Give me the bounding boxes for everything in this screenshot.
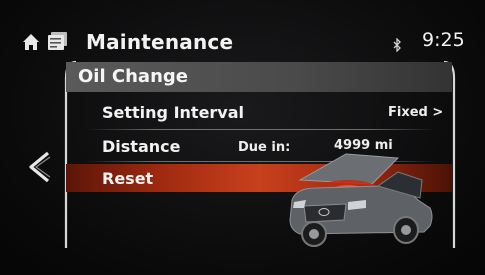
car-engine-image <box>289 153 433 247</box>
status-bar: Maintenance 9:25 <box>14 28 474 56</box>
due-in-label: Due in: <box>238 140 291 155</box>
setting-interval-value: Fixed > <box>388 105 444 120</box>
divider <box>86 129 436 130</box>
section-header-label: Oil Change <box>78 66 188 87</box>
section-header: Oil Change <box>66 62 452 92</box>
setting-interval-label: Setting Interval <box>102 103 245 122</box>
clock: 9:25 <box>422 29 465 51</box>
bluetooth-icon <box>392 37 402 53</box>
distance-label: Distance <box>102 137 181 156</box>
home-icon[interactable] <box>22 33 40 51</box>
maintenance-app-icon <box>47 31 69 51</box>
setting-interval-row[interactable]: Setting Interval Fixed > <box>66 98 452 128</box>
reset-label: Reset <box>102 169 154 188</box>
page-title: Maintenance <box>86 30 234 54</box>
back-chevron-icon[interactable] <box>26 150 54 184</box>
